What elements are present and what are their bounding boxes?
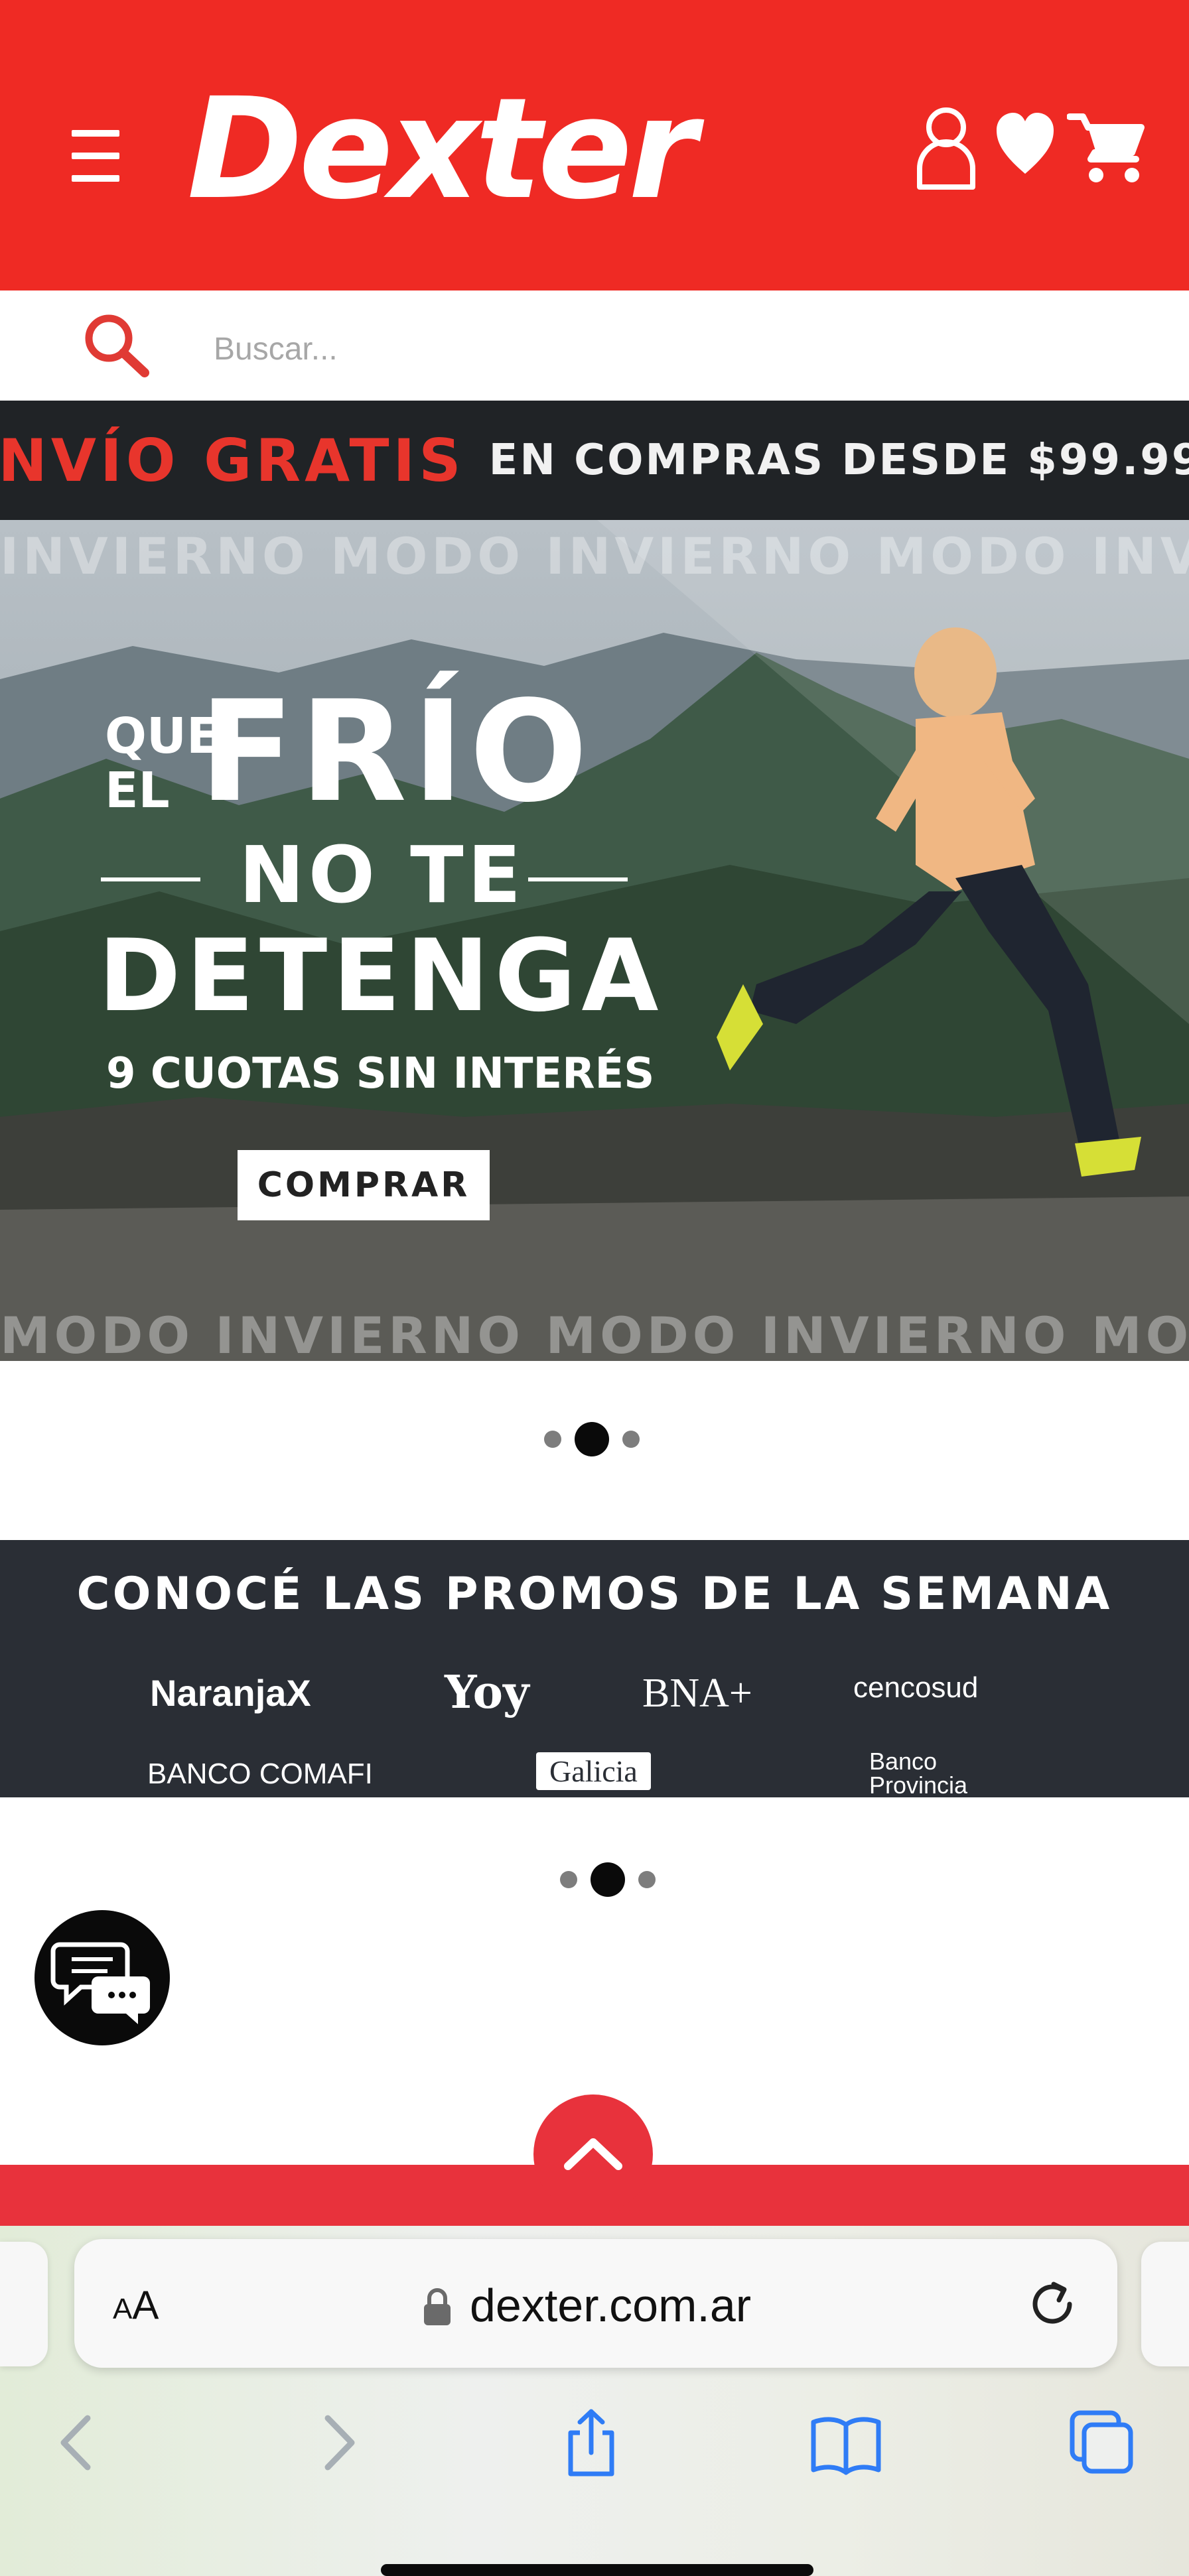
lock-icon [422, 2287, 453, 2327]
carousel-dot[interactable] [544, 1431, 561, 1448]
bookmarks-icon[interactable] [809, 2406, 882, 2479]
search-icon[interactable] [82, 312, 151, 378]
carousel-dot[interactable] [638, 1871, 656, 1888]
chat-icon [50, 1942, 150, 2024]
free-shipping-text: EN COMPRAS DESDE $99.999 [488, 436, 1189, 485]
chat-button[interactable] [35, 1910, 170, 2045]
back-icon[interactable] [41, 2406, 114, 2479]
carousel-dot-active[interactable] [591, 1862, 625, 1897]
share-icon[interactable] [555, 2406, 628, 2479]
next-tab-peek[interactable] [1141, 2242, 1189, 2366]
promo-title: CONOCÉ LAS PROMOS DE LA SEMANA [76, 1568, 1113, 1620]
dexter-logo[interactable]: Dexter [187, 73, 697, 225]
brand-bna-logo: BNA+ [642, 1671, 752, 1716]
reader-settings-button[interactable]: AA [113, 2279, 186, 2332]
chevron-up-icon [564, 2138, 622, 2170]
tabs-icon[interactable] [1064, 2406, 1137, 2479]
hero-banner[interactable]: INVIERNO MODO INVIERNO MODO INVIERNO MOD… [0, 520, 1189, 1361]
user-icon[interactable] [914, 106, 978, 191]
brand-galicia-logo: Galicia [536, 1752, 651, 1790]
brand-yoy-logo: Yoy [445, 1666, 529, 1719]
hero-watermark-top: INVIERNO MODO INVIERNO MODO INVIERNO [0, 527, 1189, 586]
url-text[interactable]: dexter.com.ar [470, 2274, 751, 2337]
heart-icon[interactable] [995, 111, 1055, 178]
carousel-dot-active[interactable] [575, 1422, 609, 1456]
brand-cencosud-logo: cencosud [853, 1671, 979, 1704]
forward-icon[interactable] [301, 2406, 374, 2479]
previous-tab-peek[interactable] [0, 2242, 48, 2366]
hero-divider-left [101, 877, 200, 881]
aa-small: A [113, 2293, 133, 2325]
menu-icon[interactable] [66, 130, 127, 183]
hero-buy-button[interactable]: COMPRAR [238, 1150, 490, 1220]
hero-carousel-dots [544, 1422, 640, 1456]
hero-headline-frio: FRÍO [199, 671, 593, 833]
carousel-dot[interactable] [560, 1871, 577, 1888]
carousel-dot[interactable] [622, 1431, 640, 1448]
hero-installments-text: 9 CUOTAS SIN INTERÉS [106, 1049, 655, 1098]
brand-comafi-logo: BANCO COMAFI [147, 1758, 373, 1790]
promo-banner[interactable]: CONOCÉ LAS PROMOS DE LA SEMANA NaranjaX … [0, 1540, 1189, 1797]
reload-icon[interactable] [1023, 2275, 1082, 2333]
home-indicator [381, 2564, 813, 2576]
hero-headline-el: EL [105, 762, 170, 819]
scroll-to-top-button[interactable] [533, 2094, 653, 2214]
aa-large: A [132, 2283, 159, 2327]
hero-headline-no-te: NO TE [239, 829, 525, 921]
cart-icon[interactable] [1066, 111, 1147, 186]
brand-provincia-logo: Banco Provincia [869, 1748, 968, 1797]
free-shipping-banner[interactable]: ENVÍO GRATIS EN COMPRAS DESDE $99.999 [0, 401, 1189, 520]
hero-watermark-bottom: MODO INVIERNO MODO INVIERNO MODO [0, 1306, 1189, 1361]
hero-headline-detenga: DETENGA [98, 919, 664, 1034]
search-input[interactable] [212, 324, 1078, 374]
free-shipping-highlight: ENVÍO GRATIS [0, 426, 465, 495]
brand-naranjax-logo: NaranjaX [150, 1672, 311, 1714]
hero-divider-right [528, 877, 628, 881]
promo-carousel-dots [560, 1862, 656, 1897]
